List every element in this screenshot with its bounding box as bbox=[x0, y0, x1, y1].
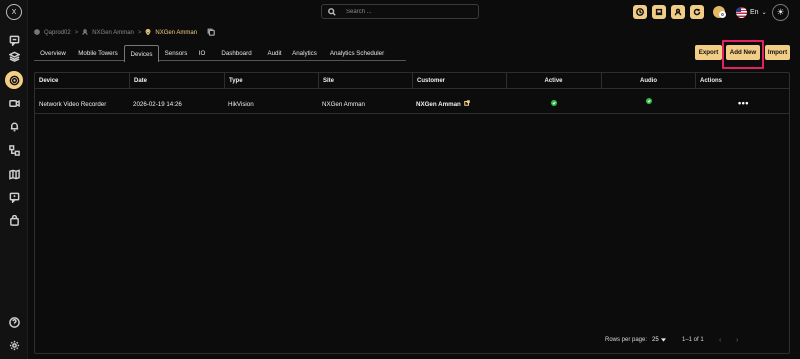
layers-icon[interactable] bbox=[6, 48, 22, 64]
more-actions-icon[interactable]: ••• bbox=[738, 98, 749, 108]
language-label: En bbox=[750, 8, 759, 16]
cell-type: HikVision bbox=[228, 100, 254, 108]
left-rail: X bbox=[0, 0, 28, 359]
tab-io[interactable]: IO bbox=[193, 45, 211, 61]
tab-sensors[interactable]: Sensors bbox=[159, 45, 193, 61]
notification-count-badge: 0 bbox=[719, 11, 726, 18]
breadcrumb-separator: > bbox=[137, 30, 142, 36]
external-link-icon[interactable] bbox=[461, 100, 470, 108]
pagination-range: 1–1 of 1 bbox=[682, 337, 704, 343]
column-header-active[interactable]: Active bbox=[506, 73, 600, 89]
map-icon[interactable] bbox=[6, 166, 22, 182]
rows-per-page-label: Rows per page: bbox=[605, 337, 648, 343]
message-alert-icon[interactable] bbox=[6, 189, 22, 205]
device-settings-icon bbox=[34, 29, 40, 37]
cell-actions: ••• bbox=[738, 93, 749, 113]
cell-audio bbox=[646, 91, 652, 111]
rows-per-page-value: 25 bbox=[652, 337, 659, 343]
tab-audit[interactable]: Audit bbox=[262, 45, 287, 61]
breadcrumb-item-customer[interactable]: NXGen Amman bbox=[92, 30, 134, 36]
breadcrumb-separator: > bbox=[74, 30, 79, 36]
cell-date: 2026-02-19 14:26 bbox=[133, 100, 182, 108]
tab-dashboard[interactable]: Dashboard bbox=[211, 45, 262, 61]
column-header-type[interactable]: Type bbox=[224, 73, 243, 89]
cell-site: NXGen Amman bbox=[322, 100, 365, 108]
us-flag-icon bbox=[736, 6, 747, 18]
cell-device: Network Video Recorder bbox=[39, 100, 107, 108]
chat-icon[interactable] bbox=[6, 32, 22, 48]
export-button[interactable]: Export bbox=[695, 45, 722, 60]
device-settings-icon[interactable] bbox=[5, 71, 23, 89]
search-icon bbox=[328, 7, 336, 16]
refresh-button[interactable] bbox=[690, 5, 704, 19]
table-row[interactable]: Network Video Recorder 2026-02-19 14:26 … bbox=[35, 94, 789, 114]
app-logo[interactable]: X bbox=[6, 4, 22, 20]
bag-icon[interactable] bbox=[6, 212, 22, 228]
customer-link[interactable]: NXGen Amman bbox=[416, 101, 461, 108]
column-header-device[interactable]: Device bbox=[39, 73, 58, 89]
location-pin-icon bbox=[145, 28, 151, 37]
import-button[interactable]: Import bbox=[765, 45, 790, 60]
breadcrumb-item-site: NXGen Amman bbox=[155, 30, 198, 36]
active-check-icon bbox=[551, 100, 557, 106]
clock-button[interactable] bbox=[633, 5, 647, 19]
language-selector[interactable]: En ⌄ bbox=[736, 5, 767, 19]
rows-per-page-select[interactable]: 25 bbox=[652, 337, 666, 343]
tab-analytics[interactable]: Analytics bbox=[287, 45, 322, 61]
bell-icon[interactable] bbox=[6, 118, 22, 134]
audio-check-icon bbox=[646, 98, 652, 104]
user-icon bbox=[82, 29, 88, 37]
hierarchy-icon[interactable] bbox=[6, 142, 22, 158]
help-icon[interactable] bbox=[6, 314, 22, 330]
column-header-customer[interactable]: Customer bbox=[412, 73, 445, 89]
column-header-actions: Actions bbox=[695, 73, 722, 89]
laptop-button[interactable] bbox=[652, 5, 666, 19]
settings-icon[interactable] bbox=[6, 337, 22, 353]
breadcrumb: Qaprod02 > NXGen Amman > NXGen Amman bbox=[34, 28, 215, 38]
theme-toggle[interactable]: ☀ bbox=[772, 4, 789, 21]
search-input[interactable] bbox=[346, 8, 466, 15]
tab-devices[interactable]: Devices bbox=[124, 45, 159, 62]
cell-customer[interactable]: NXGen Amman bbox=[416, 94, 470, 114]
column-header-audio[interactable]: Audio bbox=[601, 73, 695, 89]
next-page-button[interactable]: › bbox=[736, 337, 738, 344]
add-new-highlight bbox=[722, 40, 764, 69]
caret-down-icon bbox=[660, 338, 666, 342]
user-button[interactable] bbox=[671, 5, 685, 19]
clock-icon bbox=[636, 8, 644, 16]
tab-mobile-towers[interactable]: Mobile Towers bbox=[72, 45, 124, 61]
app-root: X Search ... 0 En ⌄ ☀ Qaprod02 > NXGen A… bbox=[0, 0, 800, 359]
laptop-icon bbox=[655, 8, 663, 16]
video-camera-icon[interactable] bbox=[6, 95, 22, 111]
breadcrumb-item-customer-group[interactable]: Qaprod02 bbox=[44, 30, 71, 36]
prev-page-button[interactable]: ‹ bbox=[719, 337, 721, 344]
table-header: Device Date Type Site Customer Active Au… bbox=[35, 73, 789, 89]
user-icon bbox=[674, 8, 682, 16]
cell-active bbox=[551, 93, 557, 113]
sun-icon: ☀ bbox=[776, 7, 785, 17]
tab-bar: Overview Mobile Towers Devices Sensors I… bbox=[34, 45, 406, 62]
column-header-site[interactable]: Site bbox=[318, 73, 334, 89]
tab-analytics-scheduler[interactable]: Analytics Scheduler bbox=[322, 45, 392, 61]
refresh-icon bbox=[693, 8, 701, 16]
devices-table: Device Date Type Site Customer Active Au… bbox=[34, 72, 790, 354]
tab-overview[interactable]: Overview bbox=[34, 45, 72, 61]
global-search[interactable] bbox=[321, 4, 479, 19]
notifications-button[interactable]: 0 bbox=[713, 6, 726, 18]
column-header-date[interactable]: Date bbox=[129, 73, 147, 89]
chevron-down-icon: ⌄ bbox=[761, 9, 767, 16]
copy-icon[interactable] bbox=[207, 28, 215, 38]
pagination: Rows per page: 25 1–1 of 1 ‹ › bbox=[35, 335, 789, 349]
